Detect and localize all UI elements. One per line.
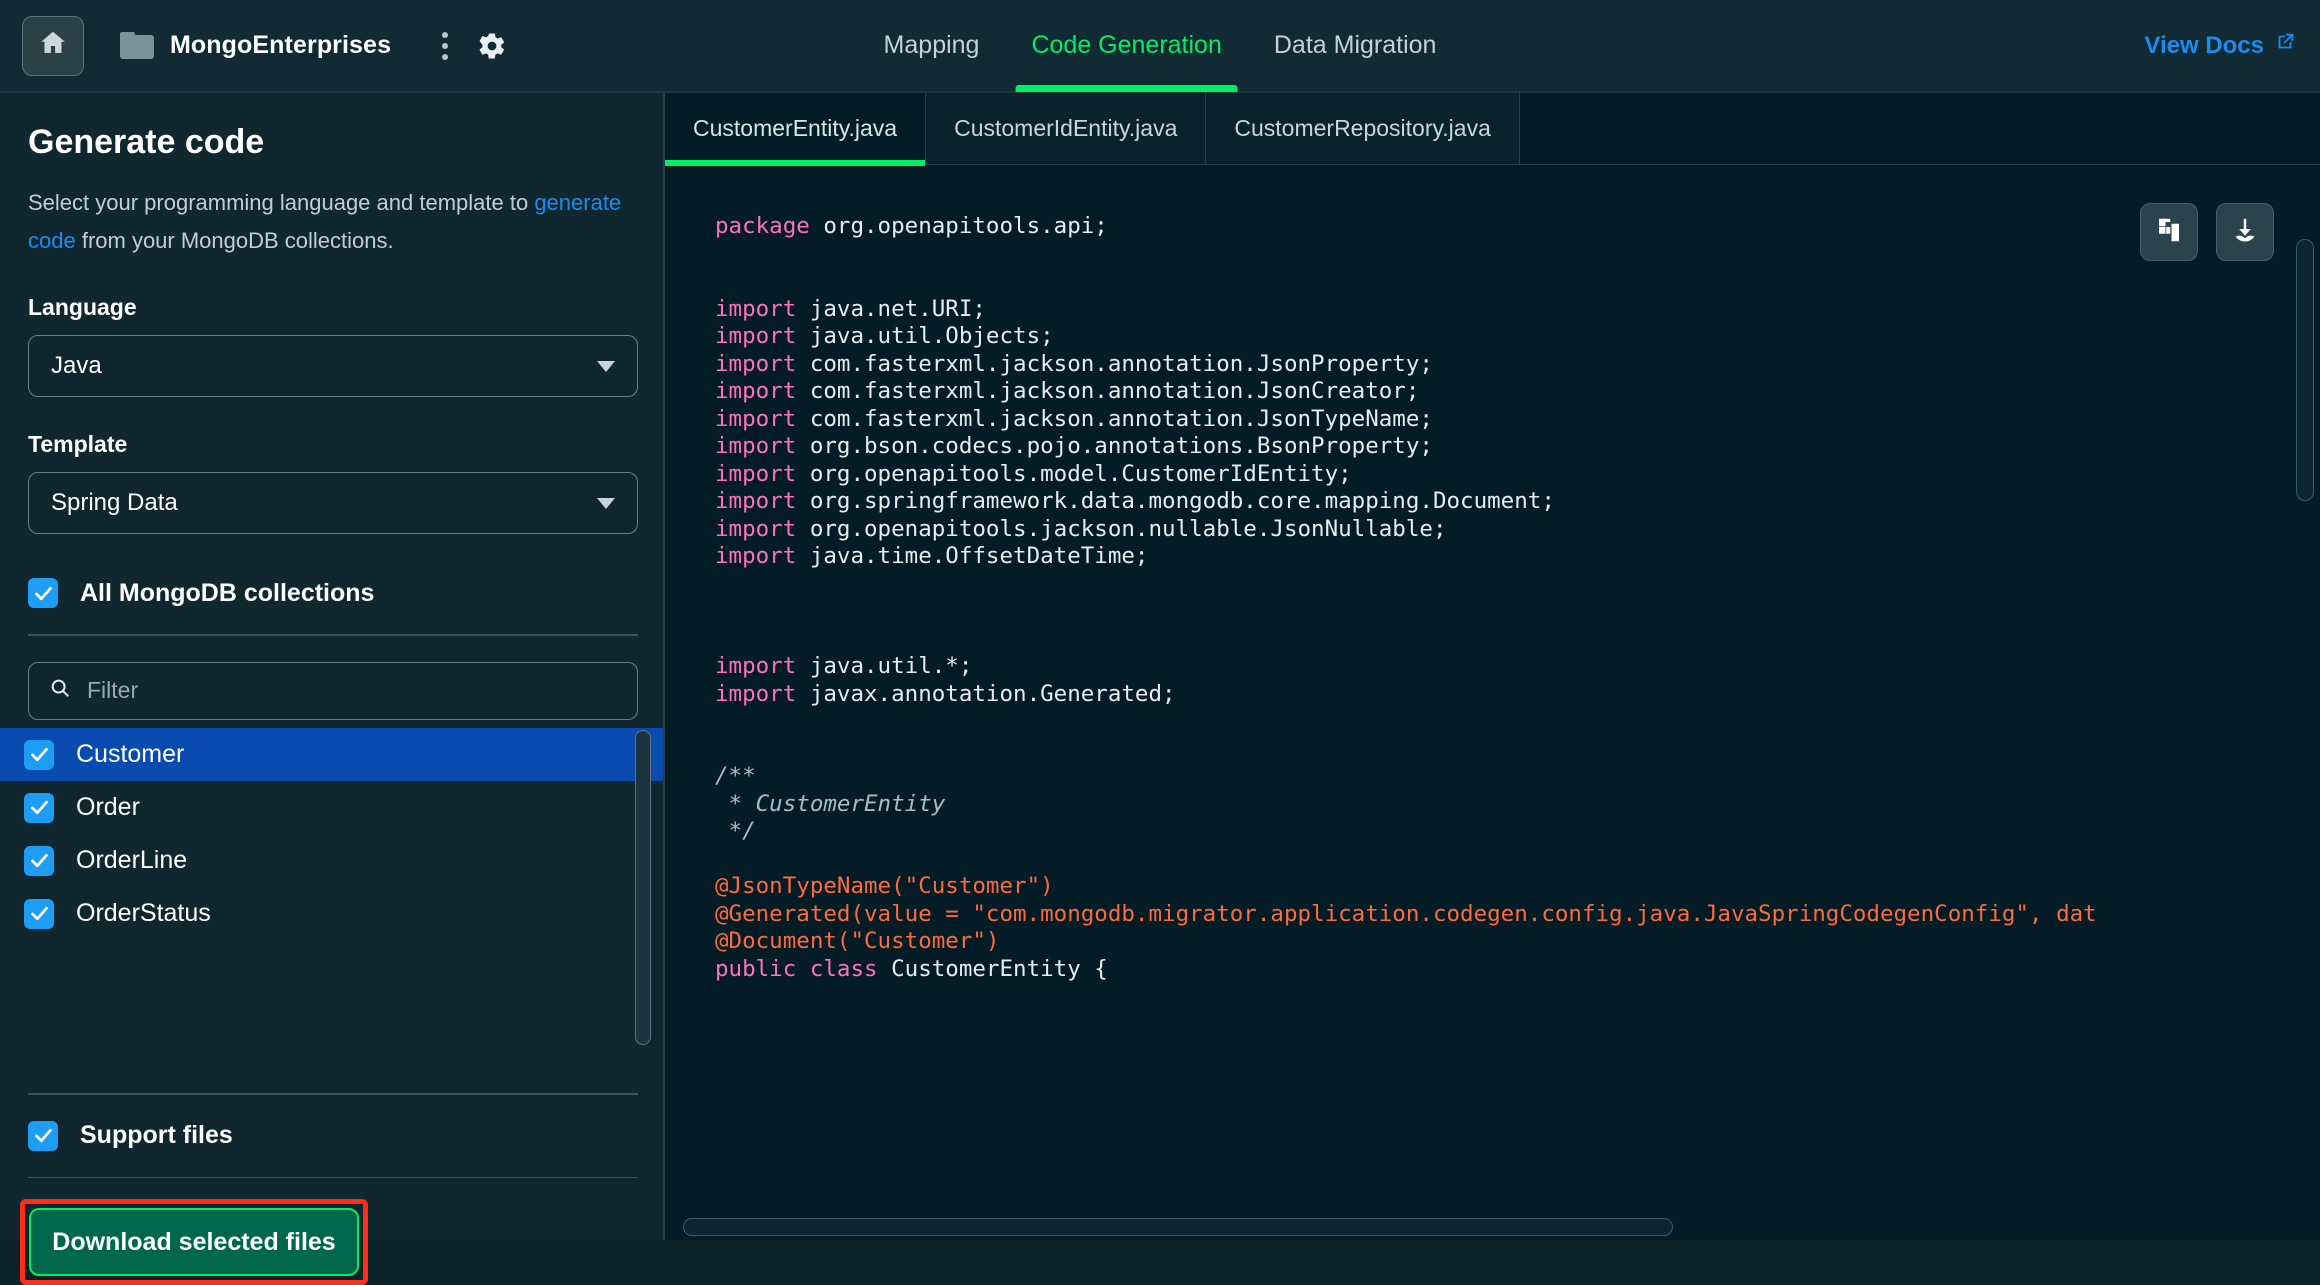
external-link-icon bbox=[2274, 31, 2296, 60]
file-tabs: CustomerEntity.java CustomerIdEntity.jav… bbox=[665, 93, 2320, 166]
collections-list: Customer Order OrderLine OrderStatus bbox=[0, 728, 663, 1092]
chevron-down-icon bbox=[597, 497, 615, 509]
view-docs-link[interactable]: View Docs bbox=[2144, 31, 2296, 60]
download-button-highlight: Download selected files bbox=[20, 1199, 368, 1285]
collections-scrollbar-thumb[interactable] bbox=[635, 730, 651, 1045]
chevron-down-icon bbox=[597, 360, 615, 372]
language-selected-value: Java bbox=[51, 352, 102, 379]
code-area: package org.openapitools.api; import jav… bbox=[665, 165, 2320, 1240]
code-action-buttons bbox=[2140, 203, 2274, 261]
tab-data-migration[interactable]: Data Migration bbox=[1248, 0, 1463, 92]
language-label: Language bbox=[28, 294, 137, 320]
tab-mapping[interactable]: Mapping bbox=[858, 0, 1006, 92]
filter-input-wrapper[interactable] bbox=[28, 661, 638, 720]
collection-label: OrderStatus bbox=[76, 899, 211, 927]
checkbox-checked-icon[interactable] bbox=[24, 898, 54, 929]
home-icon bbox=[38, 28, 68, 63]
tab-code-generation[interactable]: Code Generation bbox=[1005, 0, 1247, 92]
code-horizontal-scrollbar-thumb[interactable] bbox=[683, 1218, 1673, 1236]
description-text-1: Select your programming language and tem… bbox=[28, 190, 535, 215]
filter-input[interactable] bbox=[87, 677, 617, 704]
list-item[interactable]: OrderLine bbox=[0, 834, 663, 887]
language-select[interactable]: Java bbox=[28, 335, 638, 397]
top-bar: MongoEnterprises Mapping Code Generation… bbox=[0, 0, 2320, 93]
sidebar-description: Select your programming language and tem… bbox=[28, 184, 635, 260]
all-collections-checkbox-row[interactable]: All MongoDB collections bbox=[28, 578, 635, 608]
more-vertical-icon[interactable] bbox=[431, 29, 459, 63]
list-item[interactable]: Order bbox=[0, 781, 663, 834]
divider bbox=[28, 1176, 638, 1178]
file-tab-customer-repository[interactable]: CustomerRepository.java bbox=[1206, 93, 1520, 164]
checkbox-checked-icon[interactable] bbox=[24, 845, 54, 876]
download-file-button[interactable] bbox=[2216, 203, 2274, 261]
code-preview-panel: CustomerEntity.java CustomerIdEntity.jav… bbox=[665, 93, 2320, 1240]
download-selected-files-button[interactable]: Download selected files bbox=[29, 1208, 359, 1276]
copy-button[interactable] bbox=[2140, 203, 2198, 261]
template-select[interactable]: Spring Data bbox=[28, 472, 638, 534]
checkbox-checked-icon[interactable] bbox=[28, 578, 58, 608]
support-files-section: Support files bbox=[28, 1093, 638, 1178]
copy-icon bbox=[2154, 215, 2184, 250]
checkbox-checked-icon[interactable] bbox=[24, 739, 54, 770]
divider bbox=[28, 1093, 638, 1095]
code-content: package org.openapitools.api; import jav… bbox=[715, 213, 2097, 982]
download-icon bbox=[2230, 215, 2260, 250]
project-breadcrumb[interactable]: MongoEnterprises bbox=[120, 31, 391, 60]
support-files-checkbox-row[interactable]: Support files bbox=[28, 1120, 638, 1151]
list-item[interactable]: Customer bbox=[0, 728, 663, 781]
description-text-2: from your MongoDB collections. bbox=[75, 228, 394, 253]
file-tab-customer-id-entity[interactable]: CustomerIdEntity.java bbox=[926, 93, 1207, 164]
collection-label: OrderLine bbox=[76, 846, 188, 874]
main-nav-tabs: Mapping Code Generation Data Migration bbox=[858, 0, 1463, 92]
template-selected-value: Spring Data bbox=[51, 489, 178, 516]
search-icon bbox=[49, 677, 71, 704]
list-item[interactable]: OrderStatus bbox=[0, 887, 663, 940]
page-title: Generate code bbox=[28, 123, 265, 161]
gear-icon[interactable] bbox=[475, 29, 509, 63]
collection-label: Order bbox=[76, 793, 140, 821]
folder-icon bbox=[120, 32, 154, 59]
view-docs-label: View Docs bbox=[2144, 31, 2264, 59]
divider bbox=[28, 634, 638, 636]
home-button[interactable] bbox=[22, 15, 84, 76]
project-name: MongoEnterprises bbox=[170, 31, 392, 59]
generate-code-sidebar: Generate code Select your programming la… bbox=[0, 93, 665, 1285]
template-label: Template bbox=[28, 431, 128, 457]
code-vertical-scrollbar-thumb[interactable] bbox=[2296, 239, 2314, 501]
all-collections-label: All MongoDB collections bbox=[80, 578, 375, 607]
support-files-label: Support files bbox=[80, 1121, 233, 1149]
file-tab-customer-entity[interactable]: CustomerEntity.java bbox=[665, 93, 927, 166]
checkbox-checked-icon[interactable] bbox=[24, 792, 54, 823]
checkbox-checked-icon[interactable] bbox=[28, 1120, 58, 1151]
collection-label: Customer bbox=[76, 740, 185, 768]
